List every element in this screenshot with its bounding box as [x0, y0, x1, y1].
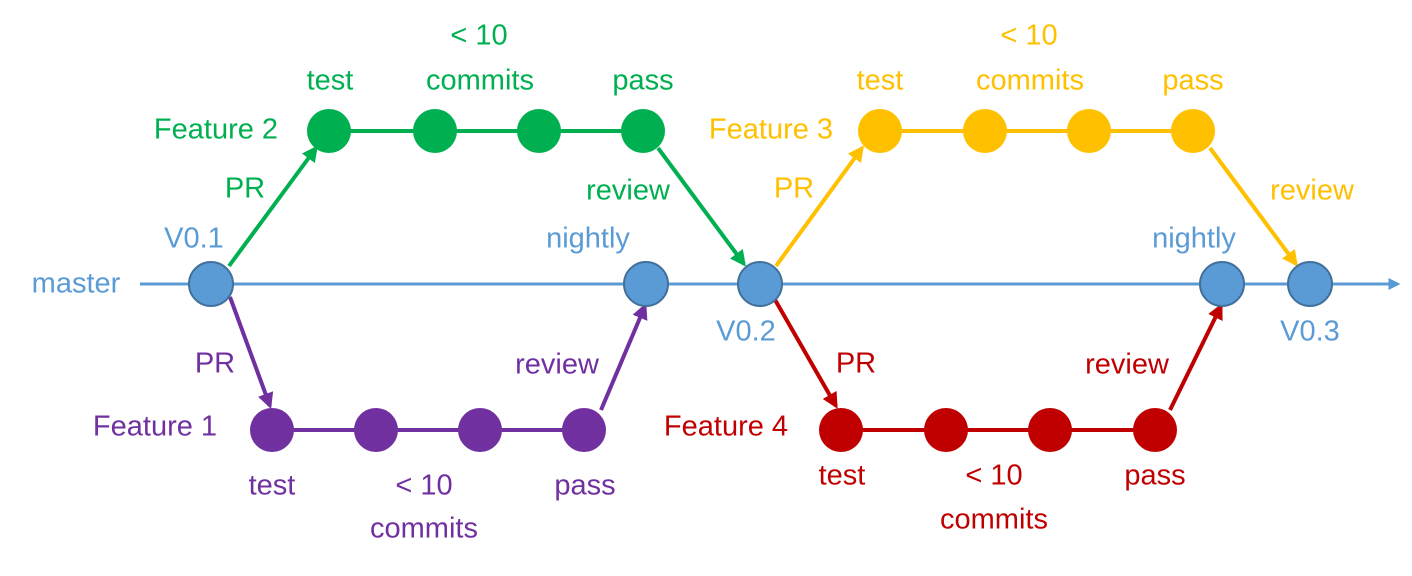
feature4-pr: PR — [836, 348, 876, 380]
feature2-commit-node-4 — [621, 109, 665, 153]
v01-label: V0.1 — [164, 223, 224, 255]
feature3-pr-arrow — [774, 145, 864, 268]
nightly-label-2: nightly — [1152, 223, 1236, 255]
feature4-review: review — [1085, 349, 1170, 381]
feature3-commit-node-3 — [1067, 109, 1111, 153]
feature4-commit-node-2 — [924, 408, 968, 452]
feature1-commit-node-4 — [562, 408, 606, 452]
feature1-commit-node-3 — [458, 408, 502, 452]
feature4-commits-bottom: commits — [940, 504, 1048, 536]
feature3-review: review — [1270, 175, 1355, 207]
v03-label: V0.3 — [1280, 316, 1340, 348]
feature4-commit-node-3 — [1028, 408, 1072, 452]
feature2-pr-arrow — [227, 145, 318, 268]
feature4-commits-top: < 10 — [965, 460, 1022, 492]
feature3-commit-node-2 — [963, 109, 1007, 153]
feature3-commit-node-1 — [858, 109, 902, 153]
feature1-name: Feature 1 — [93, 411, 217, 443]
master-commit-node-4 — [1199, 261, 1245, 307]
feature3-test: test — [857, 65, 904, 97]
feature4-name: Feature 4 — [664, 411, 788, 443]
feature1-pr-arrow — [228, 296, 274, 410]
nodes — [188, 109, 1333, 452]
feature4-commit-node-4 — [1133, 408, 1177, 452]
feature4-test: test — [819, 460, 866, 492]
feature2-pr: PR — [225, 173, 265, 205]
feature4-review-arrow — [1168, 303, 1223, 411]
feature1-pass: pass — [554, 470, 615, 502]
diagram-canvas: master V0.1 V0.2 V0.3 nightly nightly Fe… — [32, 20, 1401, 545]
feature2-commit-node-1 — [307, 109, 351, 153]
feature2-review: review — [586, 175, 671, 207]
feature3-pr: PR — [774, 173, 814, 205]
feature2-review-arrow — [656, 146, 746, 267]
feature1-commit-node-1 — [250, 408, 294, 452]
master-commit-node-2 — [623, 261, 669, 307]
feature1-review-arrow — [599, 303, 648, 411]
master-commit-node-5 — [1287, 261, 1333, 307]
master-commit-node-1 — [188, 261, 234, 307]
feature1-review: review — [515, 349, 600, 381]
feature3-commits-bottom: commits — [976, 65, 1084, 97]
master-commit-node-3 — [737, 261, 783, 307]
feature3-pass: pass — [1162, 65, 1223, 97]
feature3-commits-top: < 10 — [1000, 20, 1057, 52]
feature2-commits-top: < 10 — [450, 20, 507, 52]
feature2-name: Feature 2 — [154, 114, 278, 146]
feature1-commits-top: < 10 — [395, 470, 452, 502]
feature2-test: test — [307, 65, 354, 97]
feature4-commit-node-1 — [819, 408, 863, 452]
feature1-commit-node-2 — [354, 408, 398, 452]
feature4-pass: pass — [1124, 460, 1185, 492]
feature2-commit-node-2 — [413, 109, 457, 153]
nightly-label-1: nightly — [546, 223, 630, 255]
git-workflow-diagram: master V0.1 V0.2 V0.3 nightly nightly Fe… — [0, 0, 1412, 576]
feature1-test: test — [249, 470, 296, 502]
feature1-commits-bottom: commits — [370, 513, 478, 545]
feature4-pr-arrow — [772, 297, 838, 409]
v02-label: V0.2 — [716, 316, 776, 348]
feature2-commits-bottom: commits — [426, 65, 534, 97]
master-label: master — [32, 268, 121, 300]
feature2-pass: pass — [612, 65, 673, 97]
feature3-commit-node-4 — [1171, 109, 1215, 153]
feature1-pr: PR — [195, 348, 235, 380]
feature3-name: Feature 3 — [709, 114, 833, 146]
feature2-commit-node-3 — [517, 109, 561, 153]
